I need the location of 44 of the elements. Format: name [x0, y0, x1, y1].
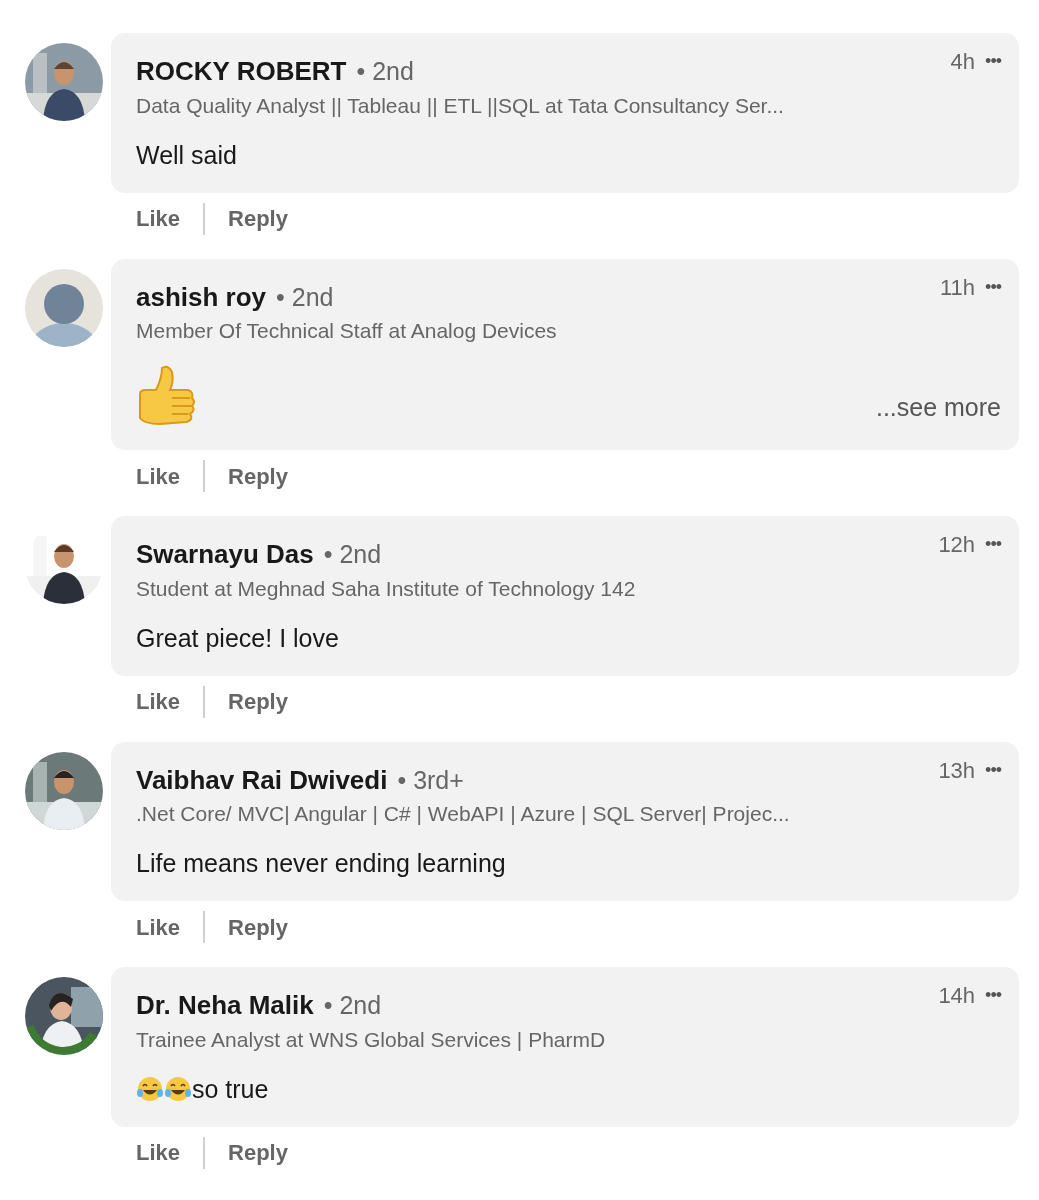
comment-time: 4h	[950, 48, 976, 76]
author-name[interactable]: Swarnayu Das	[136, 537, 314, 571]
reply-button[interactable]: Reply	[228, 685, 288, 718]
like-button[interactable]: Like	[136, 685, 181, 718]
author-name[interactable]: Dr. Neha Malik	[136, 988, 314, 1022]
author-name[interactable]: ashish roy	[136, 279, 267, 314]
comment-time: 14h	[938, 982, 976, 1010]
comment-text: Life means never ending learning	[136, 848, 506, 879]
laughing-emoji-icon	[164, 1074, 192, 1103]
connection-degree: • 2nd	[276, 281, 334, 313]
comment-text: Great piece! I love	[136, 622, 339, 654]
more-options-button[interactable]: •••	[985, 48, 1001, 75]
see-more-link[interactable]: ...see more	[875, 388, 1001, 426]
like-button[interactable]: Like	[136, 202, 181, 235]
like-button[interactable]: Like	[136, 1136, 181, 1169]
author-name[interactable]: Vaibhav Rai Dwivedi	[136, 762, 388, 797]
connection-degree: • 2nd	[356, 56, 414, 87]
like-button[interactable]: Like	[136, 459, 181, 493]
author-headline: .Net Core/ MVC| Angular | C# | WebAPI | Azure | SQL Server| Projec...	[136, 801, 791, 827]
reply-button[interactable]: Reply	[228, 202, 288, 235]
comment-time: 12h	[938, 531, 976, 559]
author-headline: Trainee Analyst at WNS Global Services | PharmD	[136, 1026, 607, 1053]
reply-button[interactable]: Reply	[228, 910, 288, 944]
author-headline: Member Of Technical Staff at Analog Devices	[136, 318, 558, 344]
author-headline: Student at Meghnad Saha Institute of Technology 142	[136, 575, 637, 602]
thumbs-up-icon	[136, 364, 198, 428]
reply-button[interactable]: Reply	[228, 459, 288, 493]
author-headline: Data Quality Analyst || Tableau || ETL ||SQL at Tata Consultancy Ser...	[136, 92, 785, 119]
connection-degree: • 3rd+	[397, 764, 464, 796]
more-options-button[interactable]: •••	[985, 273, 1001, 301]
comment-text: so true	[192, 1073, 269, 1105]
comment-time: 13h	[938, 756, 976, 785]
more-options-button[interactable]: •••	[985, 982, 1001, 1009]
author-name[interactable]: ROCKY ROBERT	[136, 54, 347, 88]
comment-text: Well said	[136, 139, 237, 171]
connection-degree: • 2nd	[323, 990, 382, 1021]
connection-degree: • 2nd	[323, 539, 382, 570]
comment-time: 11h	[940, 273, 976, 302]
laughing-emoji-icon	[136, 1074, 164, 1103]
like-button[interactable]: Like	[136, 910, 181, 944]
more-options-button[interactable]: •••	[985, 531, 1001, 558]
reply-button[interactable]: Reply	[228, 1136, 288, 1169]
more-options-button[interactable]: •••	[985, 756, 1001, 784]
avatar-placeholder-icon	[25, 268, 103, 347]
